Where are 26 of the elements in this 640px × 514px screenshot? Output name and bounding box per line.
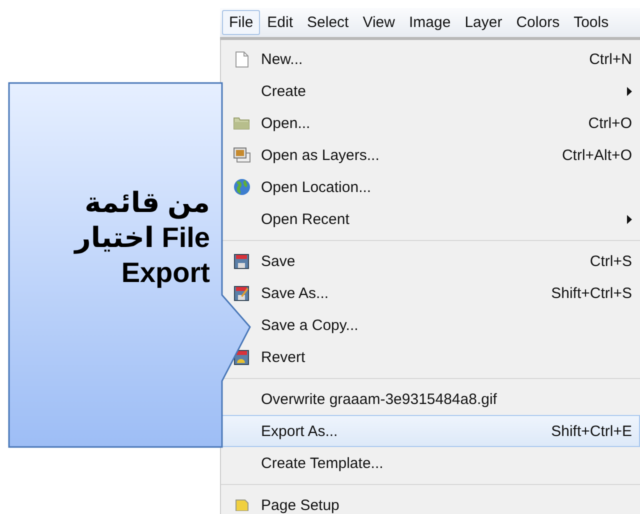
image-icon (232, 147, 250, 163)
menu-item[interactable]: Save Ctrl+S (221, 245, 640, 277)
menu-item[interactable]: Create (221, 75, 640, 107)
floppy-disk-pencil-icon (234, 286, 249, 300)
page-icon (234, 499, 248, 511)
menu-item[interactable]: New... Ctrl+N (221, 43, 640, 75)
menu-item[interactable]: Page Setup (221, 489, 640, 514)
menu-bar-item[interactable]: Select (300, 10, 356, 35)
menu-bar-item[interactable]: View (356, 10, 402, 35)
menu-bar-item[interactable]: File (222, 10, 260, 35)
folder-icon (233, 116, 250, 130)
page-icon (234, 50, 248, 68)
menu-bar-item[interactable]: Tools (566, 10, 616, 35)
menu-item[interactable]: Open... Ctrl+O (221, 107, 640, 139)
menu-bar-item[interactable]: Colors (509, 10, 567, 35)
menu-item[interactable]: Open as Layers... Ctrl+Alt+O (221, 139, 640, 171)
menu-item[interactable]: Create Template... (221, 447, 640, 479)
menu-bar-item[interactable]: Image (402, 10, 458, 35)
menu-item[interactable]: Save As... Shift+Ctrl+S (221, 277, 640, 309)
menu-bar-item[interactable]: Layer (458, 10, 510, 35)
globe-icon (232, 178, 250, 196)
menu-bar-item[interactable]: Edit (260, 10, 300, 35)
menu-item[interactable]: Export As... Shift+Ctrl+E (221, 415, 640, 447)
menu-item[interactable]: Open Location... (221, 171, 640, 203)
menu-item[interactable]: Open Recent (221, 203, 640, 235)
menu-item[interactable]: Overwrite graaam-3e9315484a8.gif (221, 383, 640, 415)
